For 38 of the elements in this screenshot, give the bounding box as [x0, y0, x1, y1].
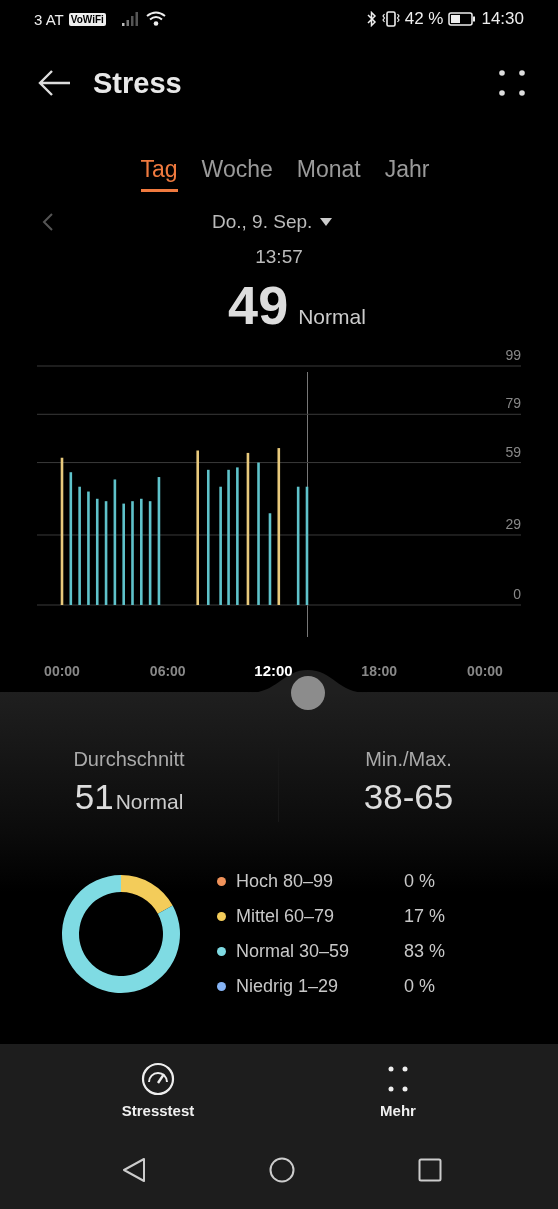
- period-tab[interactable]: Monat: [296, 148, 361, 192]
- y-axis-label: 0: [513, 586, 521, 602]
- y-axis-label: 79: [505, 395, 521, 412]
- y-axis-label: 99: [505, 347, 521, 363]
- summary-label: Durchschnitt: [73, 748, 185, 771]
- stress-level: Normal: [298, 305, 366, 329]
- x-axis-label: 00:00: [467, 663, 503, 679]
- legend-label: Hoch 80–99: [236, 871, 335, 892]
- bottom-nav-button[interactable]: Stresstest: [121, 1044, 195, 1130]
- summary-value: 38-65: [363, 777, 454, 817]
- summary-label: Min./Max.: [365, 748, 452, 771]
- carrier-text: 3 AT: [34, 10, 64, 28]
- legend-label: Niedrig 1–29: [236, 976, 340, 997]
- bottom-nav-button[interactable]: Mehr: [380, 1044, 416, 1130]
- y-axis-label: 29: [505, 516, 521, 532]
- legend-percent: 0 %: [404, 976, 436, 997]
- reading-time: 13:57: [254, 246, 304, 269]
- x-axis-label: 12:00: [254, 662, 293, 679]
- summary-value: 51: [74, 777, 114, 817]
- legend-percent: 0 %: [404, 871, 436, 892]
- wifi-calling-badge: VoWiFi: [68, 12, 106, 26]
- x-axis-label: 00:00: [44, 663, 80, 679]
- page-title: Stress: [93, 66, 183, 100]
- x-axis-label: 18:00: [361, 663, 398, 679]
- legend-percent: 83 %: [404, 941, 446, 962]
- legend-label: Normal 30–59: [236, 941, 351, 962]
- y-axis-label: 59: [505, 443, 521, 460]
- date-selector[interactable]: Do., 9. Sep.: [212, 211, 313, 233]
- summary-level: Normal: [115, 790, 184, 814]
- period-tab[interactable]: Tag: [140, 148, 178, 192]
- period-tab[interactable]: Woche: [201, 148, 273, 192]
- legend-label: Mittel 60–79: [236, 906, 336, 927]
- stress-value: 49: [228, 274, 289, 336]
- x-axis-label: 06:00: [149, 663, 186, 679]
- legend-percent: 17 %: [404, 906, 446, 927]
- battery-percent: 42 %: [404, 9, 444, 29]
- clock-text: 14:30: [481, 9, 524, 29]
- period-tab[interactable]: Jahr: [384, 148, 430, 192]
